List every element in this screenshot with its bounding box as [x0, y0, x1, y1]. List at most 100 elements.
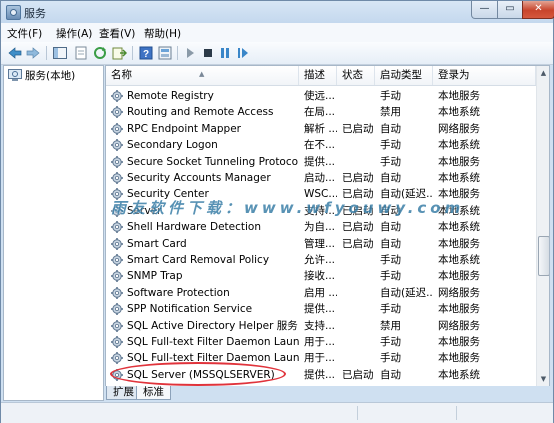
column-header-name[interactable]: 名称 ▲: [106, 66, 299, 85]
table-row[interactable]: Security Accounts Manager 启动... 已启动 自动 本地系统: [106, 170, 536, 186]
start-service-icon[interactable]: [182, 45, 198, 61]
table-row[interactable]: Secondary Logon 在不... 手动 本地系统: [106, 137, 536, 153]
restart-service-icon[interactable]: [235, 45, 251, 61]
service-description: 支持...: [304, 319, 336, 332]
column-header-row: 名称 ▲ 描述 状态 启动类型 登录为: [106, 66, 536, 86]
properties-sheet-icon[interactable]: [73, 45, 89, 61]
service-name: Security Accounts Manager: [127, 172, 271, 184]
table-row[interactable]: Smart Card 管理... 已启动 自动 本地服务: [106, 236, 536, 252]
service-description: 用于...: [304, 352, 336, 365]
service-description: 使远...: [304, 90, 336, 102]
menu-file[interactable]: 文件(F): [7, 26, 42, 41]
column-header-status[interactable]: 状态: [337, 66, 375, 85]
help-icon[interactable]: ?: [138, 45, 154, 61]
menu-action[interactable]: 操作(A): [56, 26, 92, 41]
scroll-up-arrow-icon[interactable]: ▲: [537, 66, 549, 80]
highlight-annotation: [110, 362, 286, 386]
maximize-button[interactable]: ▭: [497, 1, 523, 19]
table-row[interactable]: Software Protection 启用 ... 自动(延迟... 网络服务: [106, 285, 536, 301]
console-tree-icon[interactable]: [52, 45, 68, 61]
menu-view[interactable]: 查看(V): [99, 26, 135, 41]
svg-text:?: ?: [143, 49, 149, 60]
service-startup-type: 手动: [380, 139, 401, 152]
service-status: 已启动: [342, 122, 374, 135]
service-name: Remote Registry: [127, 90, 214, 102]
service-logon-as: 本地系统: [438, 368, 480, 381]
refresh-icon[interactable]: [92, 45, 108, 61]
table-row[interactable]: SQL Full-text Filter Daemon Launche... 用于…: [106, 334, 536, 350]
status-bar: [1, 402, 553, 423]
tab-standard[interactable]: 标准: [136, 386, 171, 400]
service-logon-as: 本地服务: [438, 336, 480, 348]
table-row[interactable]: SQL Active Directory Helper 服务 支持... 禁用 网络服…: [106, 318, 536, 334]
service-startup-type: 手动: [380, 336, 401, 348]
service-startup-type: 手动: [380, 155, 401, 168]
toolbar-separator: [46, 46, 47, 60]
pause-service-icon[interactable]: [217, 45, 233, 61]
service-name: SQL Active Directory Helper 服务: [127, 319, 298, 332]
service-status: [337, 350, 375, 366]
back-arrow-icon[interactable]: [7, 45, 23, 61]
service-logon-as: 本地系统: [438, 254, 480, 266]
service-description: 提供...: [304, 368, 336, 381]
menu-help[interactable]: 帮助(H): [144, 26, 181, 41]
service-startup-type: 自动: [380, 172, 401, 184]
service-description: 启用 ...: [304, 286, 337, 299]
table-row[interactable]: Remote Registry 使远... 手动 本地服务: [106, 88, 536, 104]
title-bar[interactable]: 服务 — ▭ ✕: [1, 1, 554, 23]
export-list-icon[interactable]: [111, 45, 127, 61]
table-row[interactable]: SPP Notification Service 提供... 手动 本地服务: [106, 301, 536, 317]
service-name: SPP Notification Service: [127, 303, 253, 316]
service-status: [337, 285, 375, 301]
service-description: 为自...: [304, 221, 336, 234]
table-row[interactable]: Smart Card Removal Policy 允许... 手动 本地系统: [106, 252, 536, 268]
view-details-icon[interactable]: [157, 45, 173, 61]
service-startup-type: 自动: [380, 122, 401, 135]
service-status: 已启动: [342, 368, 374, 381]
close-button[interactable]: ✕: [522, 1, 554, 19]
service-name: SQL Full-text Filter Daemon Launche...: [127, 336, 299, 348]
table-row[interactable]: Secure Socket Tunneling Protocol S... 提供.…: [106, 154, 536, 170]
column-header-startup-type[interactable]: 启动类型: [375, 66, 433, 85]
service-logon-as: 本地服务: [438, 237, 480, 250]
table-row[interactable]: Routing and Remote Access 在局... 禁用 本地系统: [106, 104, 536, 120]
table-row[interactable]: SNMP Trap 接收... 手动 本地服务: [106, 268, 536, 284]
tree-item-services-local[interactable]: 服务(本地): [25, 68, 75, 83]
minimize-button[interactable]: —: [471, 1, 498, 19]
status-bar-divider: [357, 406, 358, 420]
table-row[interactable]: RPC Endpoint Mapper 解析 ... 已启动 自动 网络服务: [106, 121, 536, 137]
stop-service-icon[interactable]: [200, 45, 216, 61]
service-logon-as: 本地服务: [438, 155, 480, 168]
forward-arrow-icon[interactable]: [25, 45, 41, 61]
service-status: [337, 268, 375, 284]
service-logon-as: 本地系统: [438, 172, 480, 184]
service-description: 接收...: [304, 270, 336, 283]
toolbar-separator: [177, 46, 178, 60]
service-status: 已启动: [342, 237, 374, 250]
service-description: 管理...: [304, 237, 336, 250]
status-bar-divider: [456, 406, 457, 420]
scrollbar-thumb[interactable]: [538, 236, 549, 276]
column-header-description[interactable]: 描述: [299, 66, 337, 85]
sort-ascending-icon: ▲: [199, 70, 205, 78]
service-name: Routing and Remote Access: [127, 106, 274, 119]
column-header-logon-as[interactable]: 登录为: [433, 66, 536, 85]
services-local-icon: [8, 69, 22, 81]
console-tree-pane[interactable]: 服务(本地): [3, 65, 104, 401]
service-description: 在局...: [304, 106, 336, 119]
service-name: SNMP Trap: [127, 270, 183, 283]
vertical-scrollbar[interactable]: ▲ ▼: [536, 66, 549, 386]
service-logon-as: 本地服务: [438, 352, 480, 365]
service-description: 用于...: [304, 336, 336, 348]
service-startup-type: 手动: [380, 270, 401, 283]
service-description: 解析 ...: [304, 122, 337, 135]
table-row[interactable]: Shell Hardware Detection 为自... 已启动 自动 本地系统: [106, 219, 536, 235]
services-app-icon: [6, 5, 21, 20]
service-name: Smart Card Removal Policy: [127, 254, 270, 266]
scroll-down-arrow-icon[interactable]: ▼: [537, 372, 549, 386]
service-logon-as: 本地系统: [438, 139, 480, 152]
toolbar-separator: [132, 46, 133, 60]
window-title: 服务: [24, 7, 46, 20]
service-startup-type: 手动: [380, 90, 401, 102]
services-list-pane[interactable]: 名称 ▲ 描述 状态 启动类型 登录为 Remote Registry 使远... 手…: [105, 65, 550, 387]
